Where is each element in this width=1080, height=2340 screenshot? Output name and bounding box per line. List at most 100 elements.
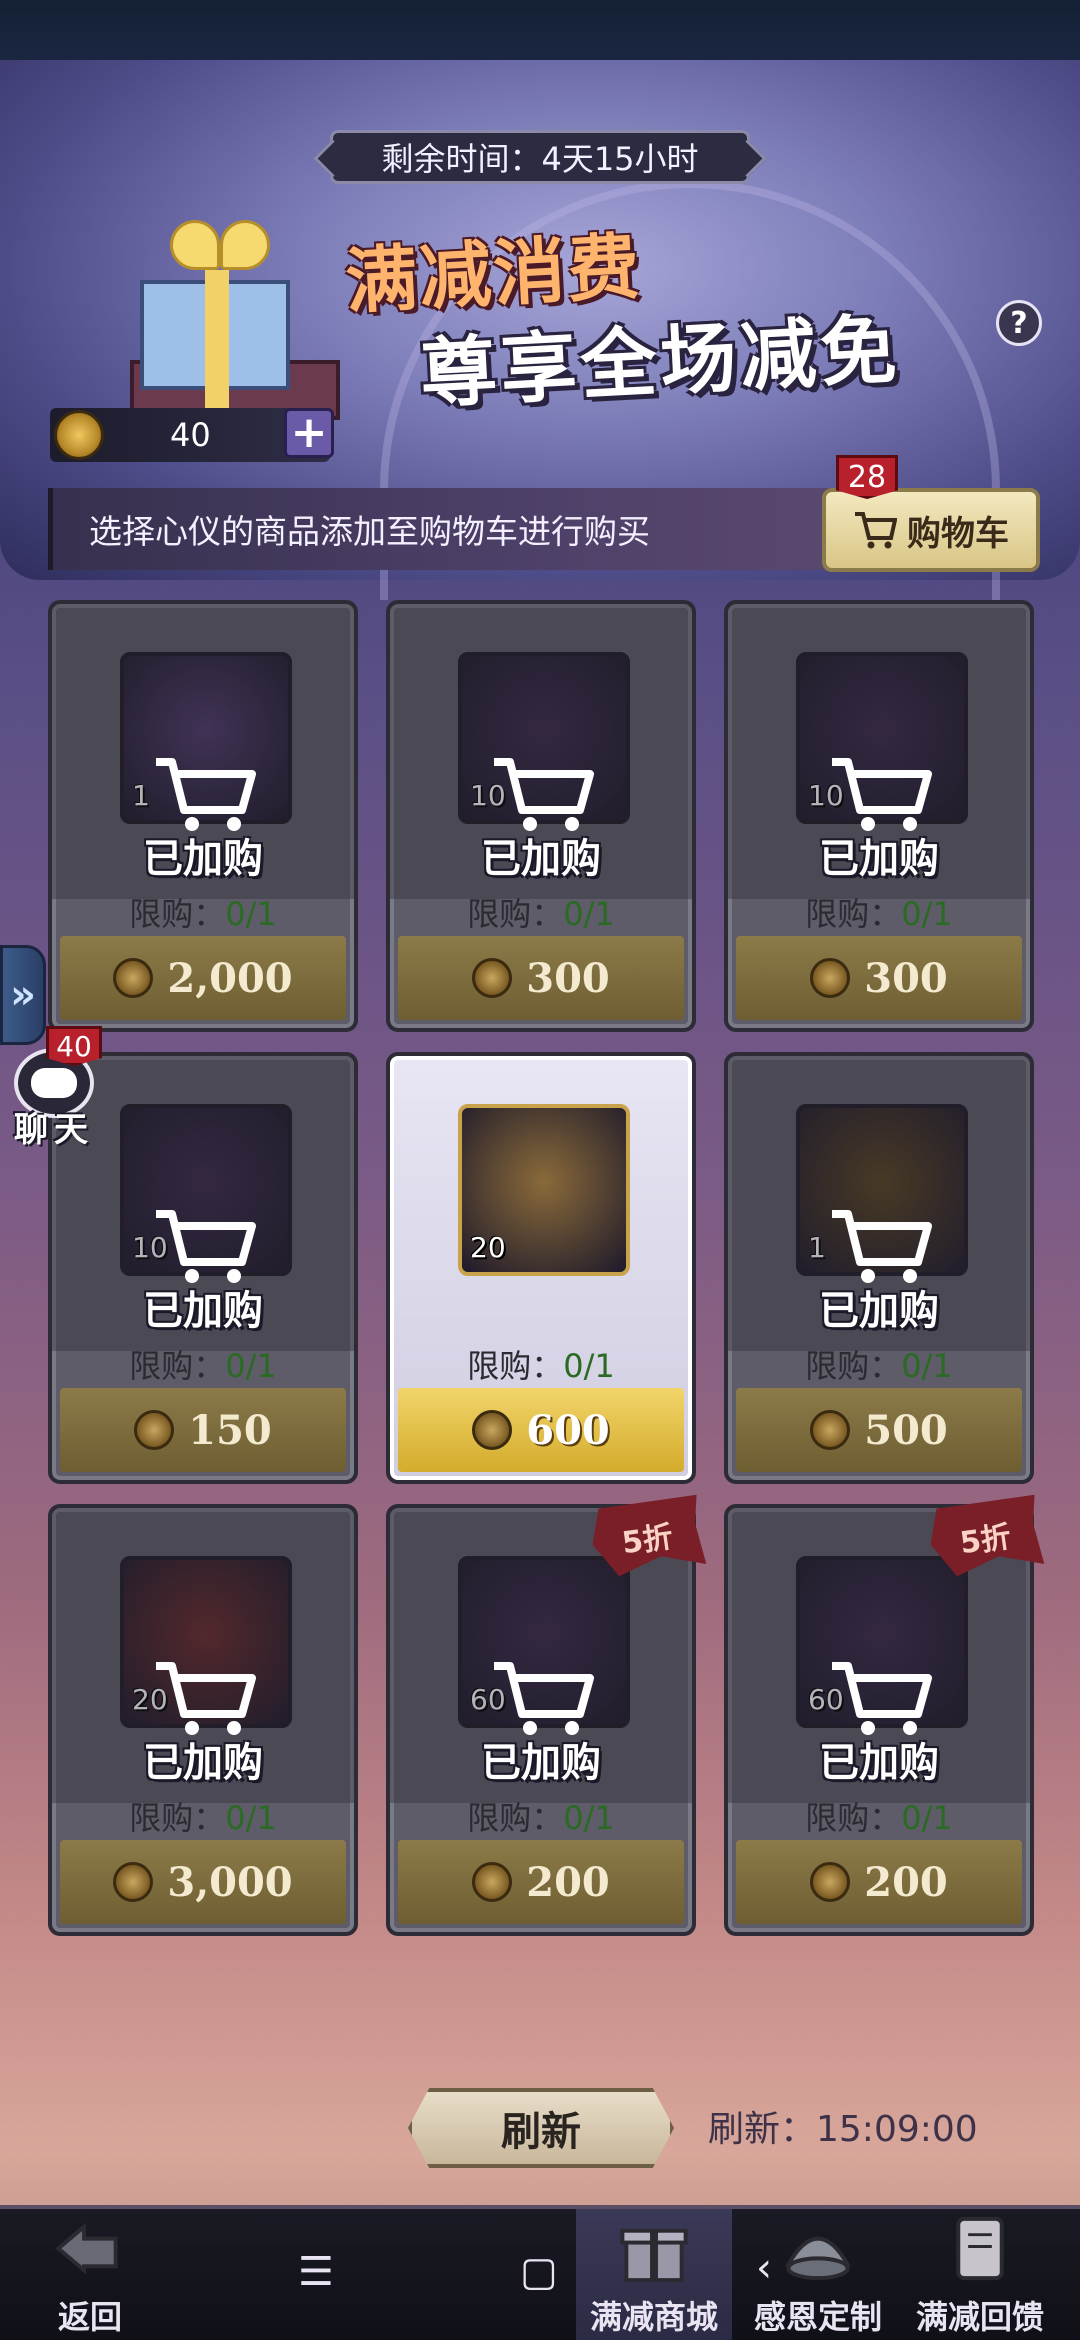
- limit-value: 0/1: [225, 1799, 277, 1837]
- cart-icon: [855, 512, 897, 549]
- refresh-time-label: 刷新：15:09:00: [708, 2109, 978, 2150]
- price-button[interactable]: 300: [398, 936, 684, 1020]
- shop-item-card[interactable]: 10 已加购 限购：0/1 300: [724, 600, 1034, 1032]
- info-hint-text: 选择心仪的商品添加至购物车进行购买: [89, 512, 650, 551]
- added-label: 已加购: [819, 1288, 939, 1334]
- cart-added-icon: [156, 758, 256, 831]
- price-button[interactable]: 200: [736, 1840, 1022, 1924]
- shop-item-card[interactable]: 20 限购：0/1 600: [386, 1052, 696, 1484]
- refresh-button[interactable]: 刷新: [408, 2088, 674, 2168]
- nav-feedback-label: 满减回馈: [915, 2298, 1044, 2336]
- price-value: 200: [526, 1858, 610, 1906]
- shop-item-card[interactable]: 1 已加购 限购：0/1 2,000: [48, 600, 358, 1032]
- cart-button[interactable]: 购物车: [822, 488, 1040, 572]
- limit-label: 限购：: [467, 895, 564, 933]
- price-value: 300: [864, 954, 948, 1002]
- nav-custom[interactable]: 感恩定制: [740, 2209, 896, 2340]
- price-button[interactable]: 600: [398, 1388, 684, 1472]
- price-value: 500: [864, 1406, 948, 1454]
- limit-label: 限购：: [805, 1799, 902, 1837]
- price-button[interactable]: 2,000: [60, 936, 346, 1020]
- price-button[interactable]: 500: [736, 1388, 1022, 1472]
- limit-label: 限购：: [129, 1347, 226, 1385]
- nav-shop[interactable]: 满减商城: [576, 2209, 732, 2340]
- coin-icon: [472, 958, 513, 998]
- nav-feedback[interactable]: 满减回馈: [900, 2209, 1060, 2340]
- cart-added-icon: [156, 1210, 256, 1283]
- nav-custom-label: 感恩定制: [753, 2298, 882, 2336]
- purchase-limit: 限购：0/1: [52, 889, 354, 935]
- limit-label: 限购：: [129, 895, 226, 933]
- currency-value: 40: [170, 416, 211, 454]
- added-label: 已加购: [143, 1740, 263, 1786]
- added-label: 已加购: [143, 1288, 263, 1334]
- cart-added-icon: [832, 1210, 932, 1283]
- added-label: 已加购: [481, 836, 601, 882]
- limit-value: 0/1: [901, 1347, 953, 1385]
- scroll-icon: [956, 2216, 1004, 2281]
- nav-back-label: 返回: [57, 2298, 122, 2336]
- limit-value: 0/1: [901, 895, 953, 933]
- limit-label: 限购：: [467, 1347, 564, 1385]
- gift-box-illustration: [110, 220, 340, 420]
- purchase-limit: 限购：0/1: [728, 889, 1030, 935]
- cart-count-badge: 28: [836, 455, 898, 499]
- price-button[interactable]: 3,000: [60, 1840, 346, 1924]
- coin-icon: [113, 958, 154, 998]
- help-icon[interactable]: ?: [996, 300, 1042, 346]
- limit-value: 0/1: [563, 895, 615, 933]
- price-value: 2,000: [167, 954, 293, 1002]
- side-expand-tab[interactable]: »: [0, 945, 46, 1045]
- coin-icon: [810, 1410, 851, 1450]
- purchase-limit: 限购：0/1: [52, 1793, 354, 1839]
- limit-value: 0/1: [225, 895, 277, 933]
- purchase-limit: 限购：0/1: [728, 1341, 1030, 1387]
- shell-icon: [784, 2236, 852, 2281]
- gift-icon: [620, 2228, 688, 2283]
- shop-item-card[interactable]: 60 已加购 限购：0/1 200 5折: [724, 1504, 1034, 1936]
- limit-label: 限购：: [805, 1347, 902, 1385]
- coin-icon: [54, 410, 104, 460]
- chat-count-badge: 40: [46, 1026, 102, 1066]
- purchase-limit: 限购：0/1: [390, 1793, 692, 1839]
- coin-icon: [134, 1410, 175, 1450]
- shop-item-card[interactable]: 60 已加购 限购：0/1 200 5折: [386, 1504, 696, 1936]
- purchase-limit: 限购：0/1: [390, 889, 692, 935]
- coin-icon: [113, 1862, 154, 1902]
- chat-label: 聊天: [14, 1110, 94, 1150]
- limit-value: 0/1: [563, 1347, 615, 1385]
- price-button[interactable]: 300: [736, 936, 1022, 1020]
- added-label: 已加购: [481, 1740, 601, 1786]
- chat-button[interactable]: 40 聊天: [6, 1026, 102, 1150]
- limit-label: 限购：: [467, 1799, 564, 1837]
- limit-value: 0/1: [901, 1799, 953, 1837]
- price-value: 300: [526, 954, 610, 1002]
- shop-item-card[interactable]: 10 已加购 限购：0/1 300: [386, 600, 696, 1032]
- nav-back[interactable]: 返回: [20, 2209, 160, 2340]
- price-value: 150: [188, 1406, 272, 1454]
- cart-added-icon: [832, 758, 932, 831]
- currency-display: 40 +: [50, 408, 334, 462]
- purchase-limit: 限购：0/1: [728, 1793, 1030, 1839]
- shop-item-card[interactable]: 20 已加购 限购：0/1 3,000: [48, 1504, 358, 1936]
- item-quantity: 20: [470, 1231, 506, 1264]
- cart-added-icon: [156, 1662, 256, 1735]
- limit-value: 0/1: [563, 1799, 615, 1837]
- price-value: 3,000: [167, 1858, 293, 1906]
- purchase-limit: 限购：0/1: [390, 1341, 692, 1387]
- system-menu-button[interactable]: ☰: [298, 2249, 334, 2295]
- price-button[interactable]: 150: [60, 1388, 346, 1472]
- limit-value: 0/1: [225, 1347, 277, 1385]
- system-home-button[interactable]: ▢: [520, 2249, 558, 2295]
- cart-added-icon: [832, 1662, 932, 1735]
- shop-item-card[interactable]: 1 已加购 限购：0/1 500: [724, 1052, 1034, 1484]
- info-hint-bar: 选择心仪的商品添加至购物车进行购买: [48, 488, 838, 570]
- added-label: 已加购: [819, 836, 939, 882]
- price-value: 200: [864, 1858, 948, 1906]
- limit-label: 限购：: [129, 1799, 226, 1837]
- add-currency-button[interactable]: +: [284, 408, 334, 458]
- remaining-time-label: 剩余时间：4天15小时: [330, 130, 750, 184]
- limit-label: 限购：: [805, 895, 902, 933]
- bottom-nav-bar: 返回 ☰ ▢ 满减商城 ‹ 感恩定制 满减回馈: [0, 2205, 1080, 2340]
- price-button[interactable]: 200: [398, 1840, 684, 1924]
